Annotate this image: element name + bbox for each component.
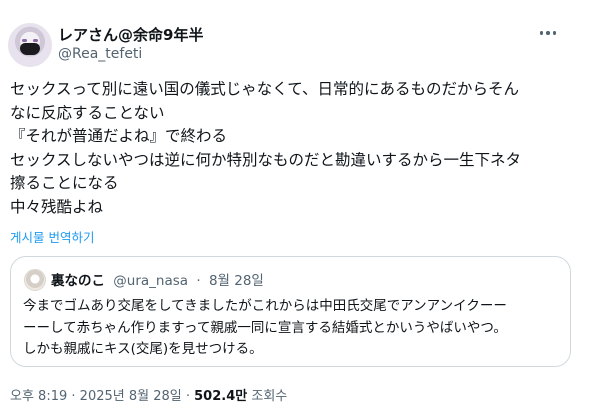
meta-separator: · xyxy=(71,389,76,404)
views-count: 502.4만 xyxy=(194,389,248,404)
quoted-tweet[interactable]: 裏なのこ @ura_nasa · 8월 28일 今までゴムあり交尾をしてきました… xyxy=(10,256,571,367)
tweet-line: 中々残酷よね xyxy=(10,197,104,216)
more-dot xyxy=(552,31,557,35)
author-name-row: レアさん@余命9年半 xyxy=(58,24,203,45)
avatar-mask xyxy=(20,43,40,55)
quote-author-avatar xyxy=(24,269,46,291)
tweet-line: セックスって別に遠い国の儀式じゃなくて、日常的にあるものだからそん xyxy=(10,80,520,98)
quote-text: 今までゴムあり交尾をしてきましたがこれからは中田氏交尾でアンアンイクーー ーーし… xyxy=(23,296,563,361)
quote-line: ーーして赤ちゃん作りますって親戚一同に宣言する結婚式とかいうやばいやつ。 xyxy=(23,319,507,336)
more-dot xyxy=(539,31,544,35)
quote-date: 8월 28일 xyxy=(208,273,264,289)
quote-line: しかも親戚にキス(交尾)を見せつける。 xyxy=(23,341,263,357)
tweet-line: セックスしないやつは逆に何か特別なものだと勘違いするから一生下ネタ xyxy=(10,150,522,169)
tweet-line: 『それが普通だよね』で終わる xyxy=(10,127,228,146)
author-display-name[interactable]: レアさん@余命9年半 xyxy=(58,24,203,45)
author-handle[interactable]: @Rea_tefeti xyxy=(58,46,142,62)
quote-separator: · xyxy=(196,273,201,289)
tweet-line: 擦ることになる xyxy=(10,174,119,193)
tweet-line: なに反応することない xyxy=(10,103,165,122)
translate-post-link[interactable]: 게시물 번역하기 xyxy=(10,227,94,246)
quote-author-handle: @ura_nasa xyxy=(113,273,189,289)
avatar-eye-left xyxy=(22,39,27,42)
views-label: 조회수 xyxy=(251,389,288,404)
more-options-icon[interactable] xyxy=(536,26,560,40)
tweet-meta: 오후 8:19 · 2025년 8월 28일 · 502.4만 조회수 xyxy=(10,385,287,404)
tweet-time[interactable]: 오후 8:19 xyxy=(10,389,67,404)
author-avatar[interactable] xyxy=(8,23,52,67)
tweet-date[interactable]: 2025년 8월 28일 xyxy=(80,389,182,404)
meta-separator: · xyxy=(185,389,190,404)
avatar-eye-right xyxy=(33,39,38,42)
quote-line: 今までゴムあり交尾をしてきましたがこれからは中田氏交尾でアンアンイクーー xyxy=(23,298,507,314)
quote-author-name: 裏なのこ xyxy=(51,273,105,289)
more-dot xyxy=(546,31,550,35)
quote-header: 裏なのこ @ura_nasa · 8월 28일 xyxy=(51,269,264,289)
tweet-text: セックスって別に遠い国の儀式じゃなくて、日常的にあるものだからそん なに反応する… xyxy=(10,78,580,220)
